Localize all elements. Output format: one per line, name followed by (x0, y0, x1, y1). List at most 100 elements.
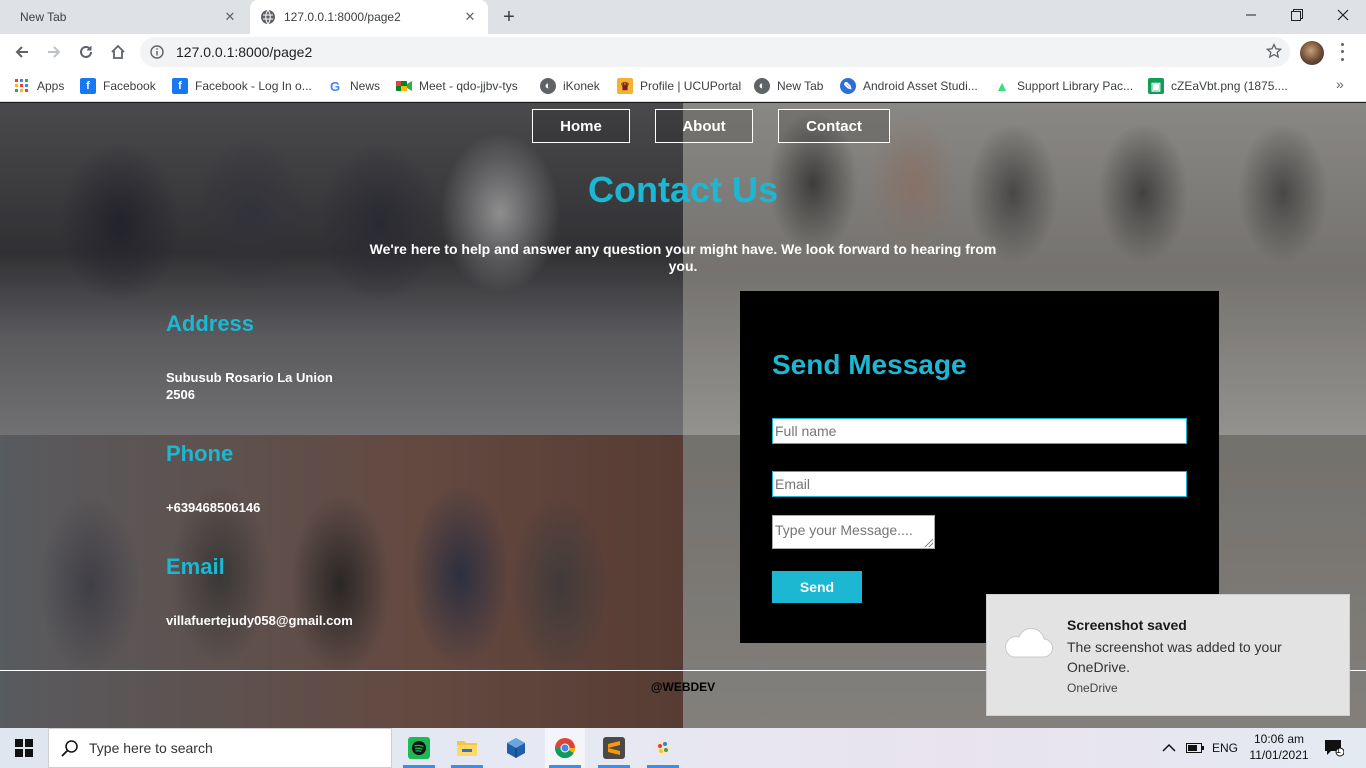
windows-start-icon[interactable] (0, 728, 48, 768)
facebook-icon: f (172, 78, 188, 94)
bookmark-ikonek[interactable]: ◐ iKonek (540, 76, 600, 96)
bookmark-label: Facebook - Log In o... (195, 79, 312, 93)
bookmark-news[interactable]: G News (327, 76, 380, 96)
search-placeholder: Type here to search (89, 740, 213, 756)
system-clock[interactable]: 10:06 am 11/01/2021 (1244, 731, 1314, 763)
browser-toolbar: 127.0.0.1:8000/page2 (0, 34, 1366, 70)
nav-about-button[interactable]: About (655, 109, 753, 143)
bookmark-apps[interactable]: Apps (14, 76, 64, 96)
message-textarea[interactable]: Type your Message.... (772, 515, 935, 549)
portal-icon: ♛ (617, 78, 633, 94)
clock-time: 10:06 am (1253, 732, 1305, 746)
address-heading: Address (166, 311, 255, 336)
toast-title: Screenshot saved (1067, 617, 1187, 633)
profile-avatar[interactable] (1300, 41, 1324, 65)
tab-new-tab[interactable]: New Tab ✕ (8, 0, 248, 34)
globe-icon: ◐ (540, 78, 556, 94)
bookmark-label: Facebook (103, 79, 156, 93)
email-heading: Email (166, 554, 225, 579)
show-hidden-icons-chevron-icon[interactable] (1162, 728, 1176, 768)
send-button[interactable]: Send (772, 571, 862, 603)
toast-body: The screenshot was added to your OneDriv… (1067, 639, 1282, 675)
email-input[interactable]: Email (772, 471, 1187, 497)
image-file-icon: ▣ (1148, 78, 1164, 94)
battery-icon[interactable] (1186, 728, 1204, 768)
info-icon[interactable] (150, 45, 164, 59)
bookmark-label: News (350, 79, 381, 93)
new-tab-plus-icon[interactable]: + (498, 6, 520, 28)
send-message-form: Send Message Full name Email Type your M… (740, 291, 1219, 643)
android-studio-icon: ✎ (840, 78, 856, 94)
back-arrow-icon[interactable] (8, 38, 36, 66)
facebook-icon: f (80, 78, 96, 94)
restore-icon[interactable] (1274, 0, 1320, 30)
meet-icon (396, 78, 412, 94)
page-title: Contact Us (587, 169, 779, 210)
bookmark-label: Apps (37, 79, 65, 93)
apps-grid-icon (14, 78, 30, 94)
tab-page2[interactable]: 127.0.0.1:8000/page2 ✕ (250, 0, 488, 34)
bookmarks-bar: Apps f Facebook f Facebook - Log In o...… (0, 70, 1366, 102)
bookmark-facebook-login[interactable]: f Facebook - Log In o... (172, 76, 312, 96)
address-bar[interactable]: 127.0.0.1:8000/page2 (140, 37, 1290, 67)
android-icon: ▲ (995, 78, 1009, 94)
tab-close-icon[interactable]: ✕ (222, 9, 238, 25)
onedrive-toast[interactable]: Screenshot saved The screenshot was adde… (986, 594, 1350, 716)
fullname-input[interactable]: Full name (772, 418, 1187, 444)
spotify-icon[interactable] (399, 728, 439, 768)
globe-icon: ◐ (754, 78, 770, 94)
bookmark-label: Meet - qdo-jjbv-tys (419, 79, 518, 93)
message-placeholder: Type your Message.... (775, 522, 913, 538)
bookmark-label: Profile | UCUPortal (640, 79, 742, 93)
globe-icon (261, 9, 275, 25)
bookmark-label: New Tab (777, 79, 824, 93)
bookmark-support-library[interactable]: ▲ Support Library Pac... (994, 76, 1133, 96)
minimize-icon[interactable] (1228, 0, 1274, 30)
language-indicator[interactable]: ENG (1212, 728, 1238, 768)
taskbar: Type here to search ENG 10:06 am 11/01/2… (0, 728, 1366, 768)
tab-title: New Tab (20, 10, 67, 24)
notification-count: 1 (1336, 745, 1342, 755)
clock-date: 11/01/2021 (1249, 748, 1309, 762)
bookmark-facebook[interactable]: f Facebook (80, 76, 156, 96)
email-value: villafuertejudy058@gmail.com (166, 613, 353, 628)
paint-palette-icon[interactable] (643, 728, 683, 768)
bookmark-label: Support Library Pac... (1017, 79, 1134, 93)
bookmark-ucuportal[interactable]: ♛ Profile | UCUPortal (617, 76, 741, 96)
file-explorer-icon[interactable] (447, 728, 487, 768)
home-icon[interactable] (104, 38, 132, 66)
virtualbox-icon[interactable] (496, 728, 536, 768)
bookmarks-overflow-chevron-icon[interactable]: » (1336, 76, 1344, 92)
url-text: 127.0.0.1:8000/page2 (176, 44, 313, 60)
nav-home-button[interactable]: Home (532, 109, 630, 143)
tab-title: 127.0.0.1:8000/page2 (284, 10, 401, 24)
forward-arrow-icon[interactable] (40, 38, 68, 66)
resize-grip-icon[interactable] (925, 539, 933, 547)
google-icon: G (329, 78, 341, 94)
bookmark-image-file[interactable]: ▣ cZEaVbt.png (1875.... (1148, 76, 1288, 96)
intro-text: We're here to help and answer any questi… (369, 241, 997, 274)
chrome-icon[interactable] (545, 728, 585, 768)
toast-source: OneDrive (1067, 681, 1118, 695)
tab-strip: New Tab ✕ 127.0.0.1:8000/page2 ✕ + (0, 0, 1366, 34)
notification-center-icon[interactable]: 1 (1324, 728, 1344, 768)
bookmark-star-icon[interactable] (1266, 43, 1282, 59)
bookmark-android-asset-studio[interactable]: ✎ Android Asset Studi... (840, 76, 978, 96)
phone-value: +639468506146 (166, 500, 261, 515)
bookmark-label: Android Asset Studi... (863, 79, 978, 93)
bookmark-new-tab[interactable]: ◐ New Tab (754, 76, 823, 96)
tab-close-icon[interactable]: ✕ (462, 9, 478, 25)
taskbar-search[interactable]: Type here to search (48, 728, 392, 768)
sublime-text-icon[interactable] (594, 728, 634, 768)
form-title: Send Message (772, 349, 967, 380)
bookmark-label: cZEaVbt.png (1875.... (1171, 79, 1288, 93)
address-line2: 2506 (166, 387, 195, 402)
chrome-menu-icon[interactable] (1334, 41, 1350, 63)
cloud-icon (1005, 627, 1053, 658)
phone-heading: Phone (166, 441, 234, 466)
reload-icon[interactable] (72, 38, 100, 66)
window-close-icon[interactable] (1320, 0, 1366, 30)
bookmark-meet[interactable]: Meet - qdo-jjbv-tys (396, 76, 518, 96)
bookmark-label: iKonek (563, 79, 600, 93)
nav-contact-button[interactable]: Contact (778, 109, 890, 143)
